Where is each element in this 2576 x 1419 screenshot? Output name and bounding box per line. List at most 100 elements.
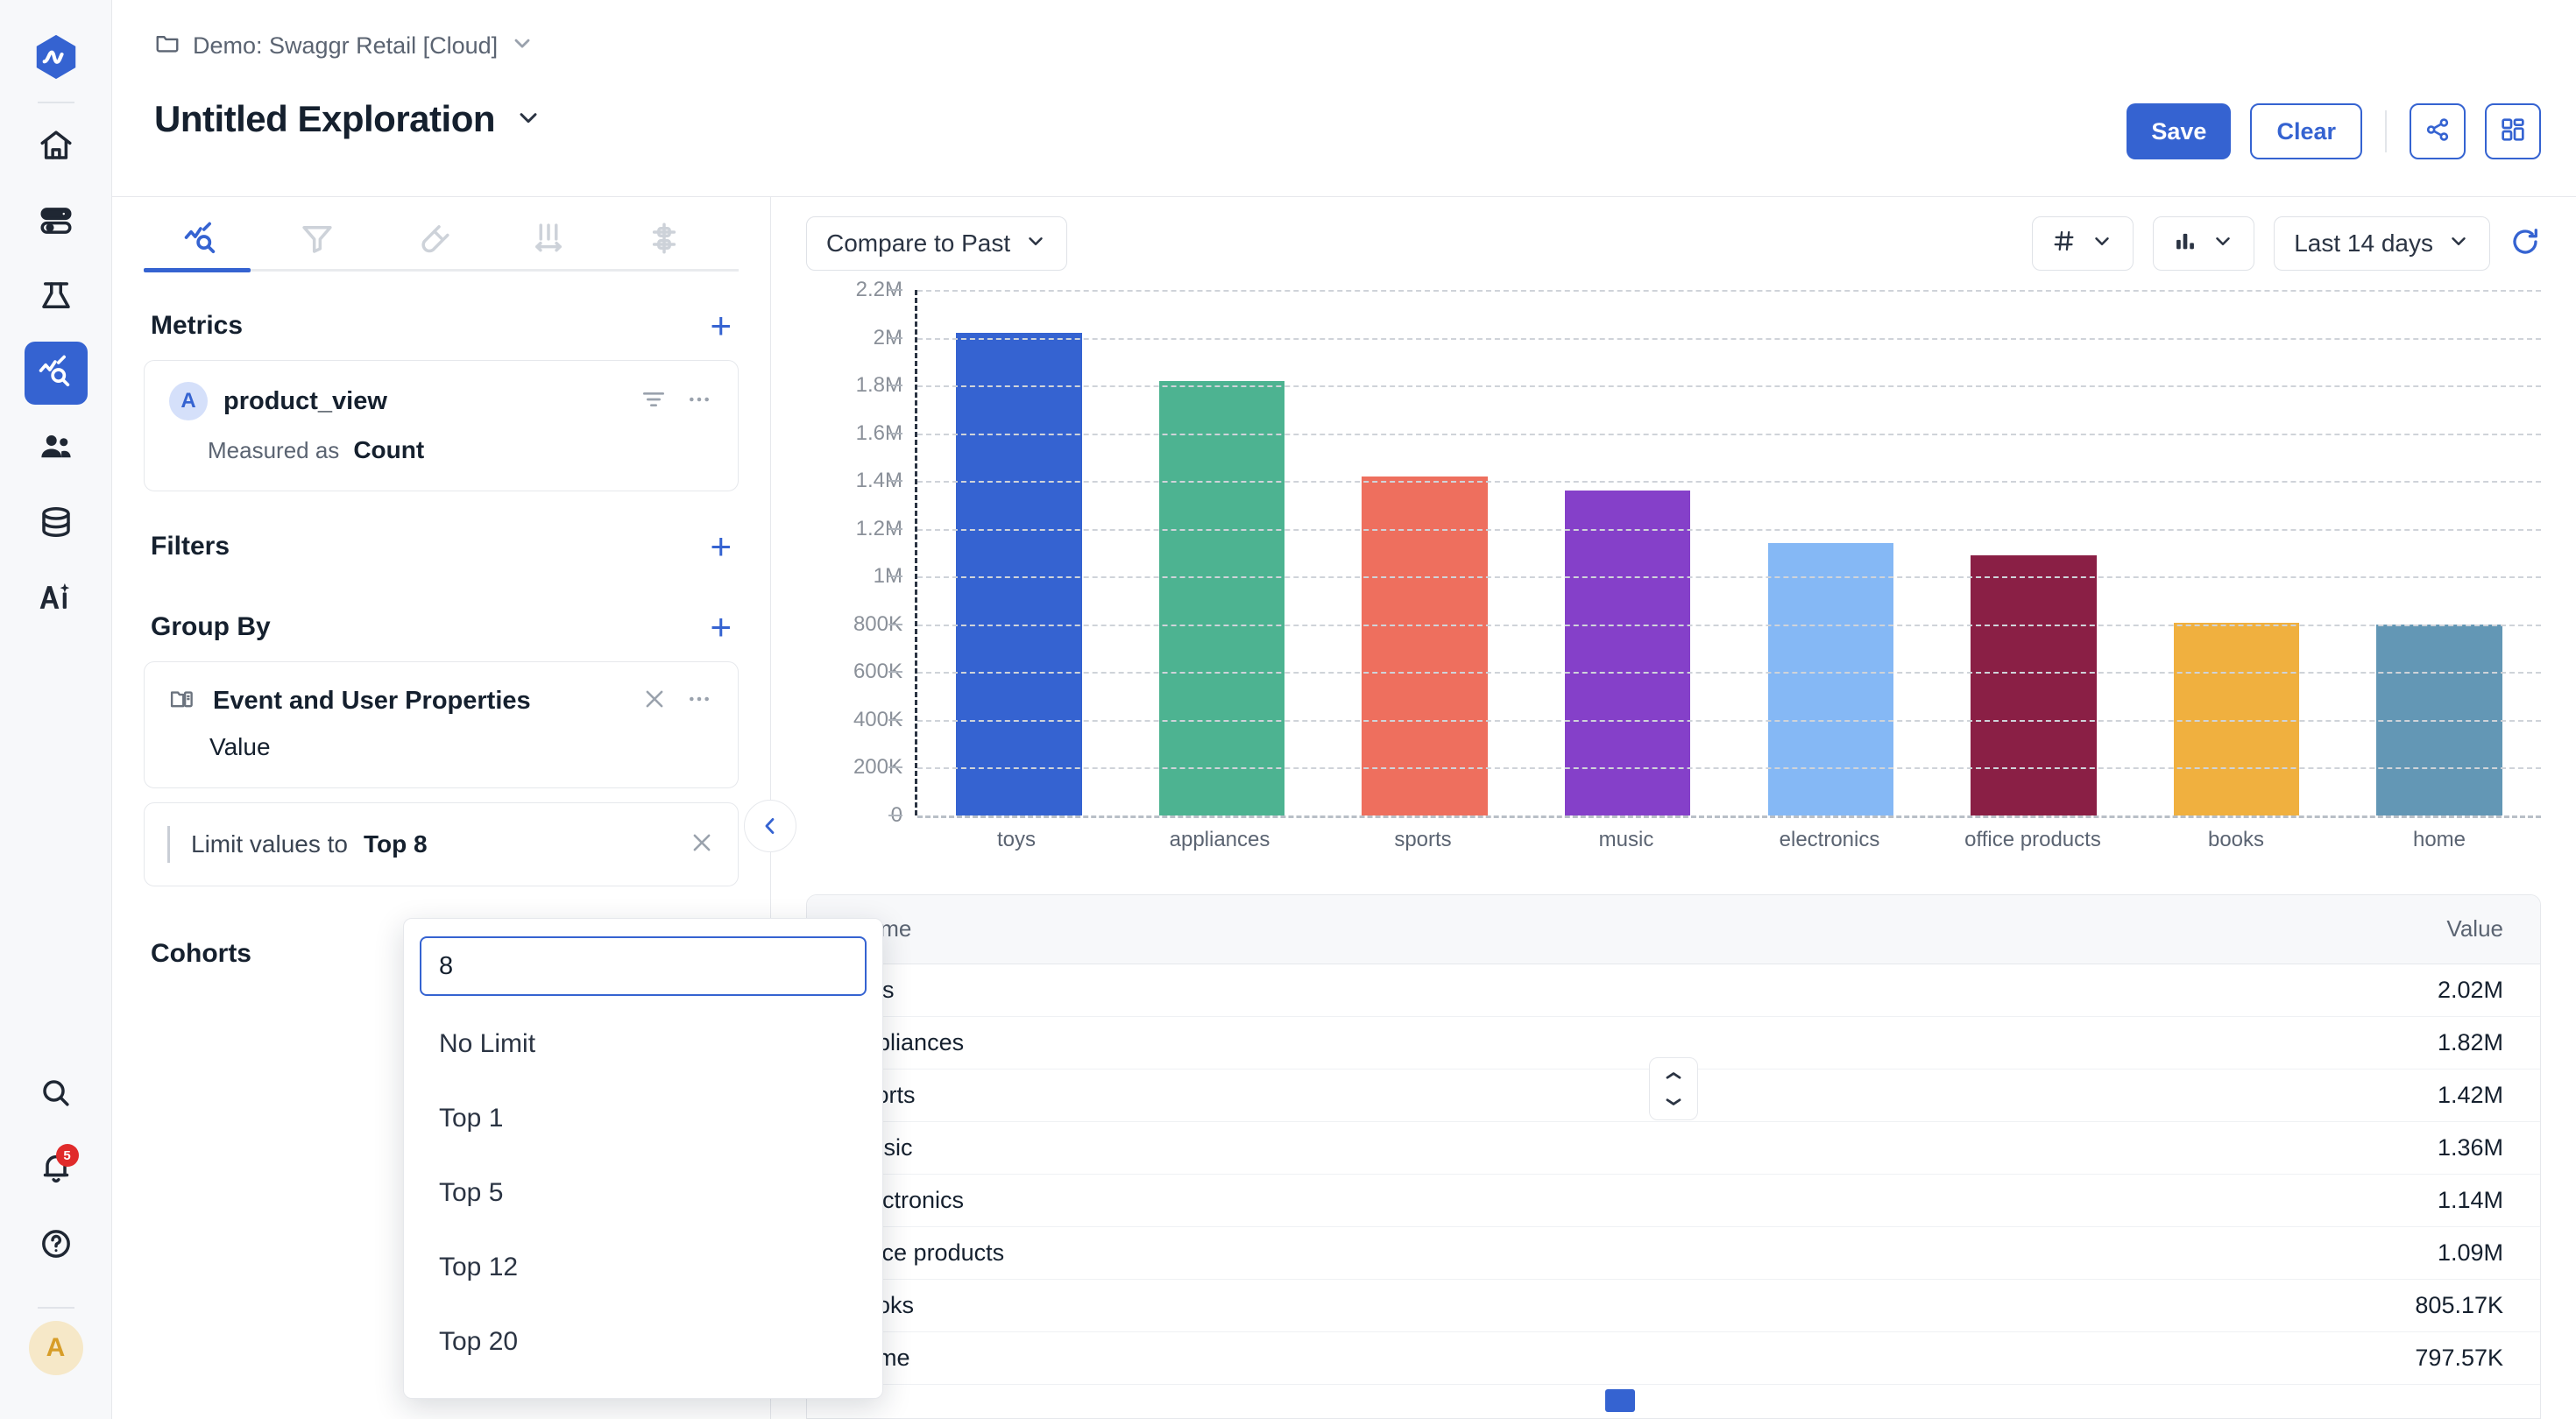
tab-events[interactable]	[144, 213, 259, 267]
remove-limit-icon[interactable]	[689, 830, 715, 860]
y-axis-tick-mark	[888, 575, 902, 578]
date-range-dropdown[interactable]: Last 14 days	[2274, 216, 2490, 271]
table-row[interactable]: toys2.02M	[807, 964, 2540, 1017]
add-group-by-button[interactable]: +	[710, 609, 732, 646]
limit-option[interactable]: Top 20	[420, 1304, 867, 1379]
sidebar-item-data[interactable]	[25, 492, 88, 555]
limit-option[interactable]: Top 12	[420, 1230, 867, 1304]
column-header-value[interactable]: Value	[1674, 895, 2540, 964]
date-range-label: Last 14 days	[2294, 229, 2433, 257]
bar-chart: 2.2M 2M 1.8M 1.6M 1.4M 1.2M 1M 800K 600K 400K 200K…	[771, 278, 2576, 894]
metric-measured-row: Measured as Count	[169, 436, 713, 464]
filters-heading: Filters	[151, 532, 230, 561]
limit-values-label: Limit values to	[191, 830, 348, 858]
notification-badge: 5	[55, 1144, 79, 1167]
sidebar-item-home[interactable]	[25, 116, 88, 179]
toolbar-divider	[2385, 110, 2387, 152]
tab-segments[interactable]	[491, 213, 606, 267]
table-row[interactable]: office products 1.09M	[807, 1226, 2540, 1280]
group-by-property-name: Event and User Properties	[213, 687, 531, 715]
sidebar-item-audiences[interactable]	[25, 417, 88, 480]
add-metric-button[interactable]: +	[710, 307, 732, 344]
limit-search-input[interactable]	[420, 936, 867, 996]
breadcrumb[interactable]: Demo: Swaggr Retail [Cloud]	[154, 30, 534, 62]
table-row[interactable]: books805.17K	[807, 1279, 2540, 1332]
table-row[interactable]: home797.57K	[807, 1331, 2540, 1385]
resize-chart-handle[interactable]	[1649, 1057, 1698, 1120]
add-filter-button[interactable]: +	[710, 528, 732, 565]
refresh-button[interactable]	[2509, 226, 2541, 262]
chevron-down-icon	[2212, 229, 2234, 258]
chevron-down-icon	[2447, 229, 2470, 258]
layout-button[interactable]	[2485, 103, 2541, 159]
bar[interactable]	[1362, 476, 1488, 815]
metric-card-actions	[640, 385, 713, 418]
help-button[interactable]	[25, 1214, 88, 1277]
group-by-card[interactable]: Event and User Properties Value	[144, 661, 739, 788]
breadcrumb-label: Demo: Swaggr Retail [Cloud]	[193, 32, 499, 59]
gridline	[917, 528, 2541, 531]
group-by-property-value[interactable]: Value	[169, 733, 713, 761]
analytics-chart-search-icon	[182, 219, 221, 262]
limit-values-card[interactable]: Limit values to Top 8	[144, 802, 739, 886]
x-axis-tick-label: books	[2207, 828, 2265, 851]
more-options-icon[interactable]	[685, 685, 713, 717]
more-options-icon[interactable]	[685, 385, 713, 418]
limit-option[interactable]: No Limit	[420, 1006, 867, 1081]
bar[interactable]	[956, 333, 1082, 815]
horizontal-scrollbar-thumb[interactable]	[1605, 1389, 1635, 1412]
amplitude-logo-icon[interactable]	[29, 30, 83, 84]
clear-button[interactable]: Clear	[2250, 103, 2362, 159]
page-title: Untitled Exploration	[154, 98, 496, 139]
bar[interactable]	[1971, 554, 2097, 815]
x-axis-tick-label: sports	[1394, 828, 1452, 851]
bar[interactable]	[1564, 491, 1691, 815]
chart-type-dropdown[interactable]	[2153, 216, 2255, 271]
tab-attribution[interactable]	[375, 213, 491, 267]
filter-lines-icon[interactable]	[640, 385, 668, 418]
limit-values-dropdown: No LimitTop 1Top 5Top 12Top 20	[403, 918, 883, 1399]
notifications-button[interactable]: 5	[25, 1139, 88, 1202]
x-axis-tick-label: electronics	[1779, 828, 1880, 851]
avatar[interactable]: A	[28, 1321, 83, 1375]
chart-content: Compare to Past Last 14 days 2.2M 2M 1.8…	[771, 197, 2576, 1419]
limit-option[interactable]: Top 5	[420, 1155, 867, 1230]
x-axis-tick-label: music	[1598, 828, 1654, 851]
remove-group-by-icon[interactable]	[641, 686, 668, 717]
settings-sliders-icon	[646, 220, 683, 261]
search-button[interactable]	[25, 1063, 88, 1126]
collapse-panel-button[interactable]	[744, 800, 796, 852]
tab-advanced[interactable]	[606, 213, 722, 267]
number-format-dropdown[interactable]	[2032, 216, 2134, 271]
title-chevron-down-icon[interactable]	[514, 103, 542, 136]
sidebar-item-dashboards[interactable]	[25, 191, 88, 254]
bar[interactable]	[1767, 543, 1894, 815]
y-axis-tick-mark	[888, 527, 902, 530]
bar-slot	[1932, 290, 2135, 815]
sidebar-item-experiments[interactable]	[25, 266, 88, 329]
save-button[interactable]: Save	[2127, 103, 2232, 159]
metric-card[interactable]: A product_view Measured as Count	[144, 360, 739, 491]
results-table: Name Value toys2.02Mappliances1.82Msport…	[806, 894, 2541, 1419]
limit-option[interactable]: Top 1	[420, 1081, 867, 1155]
limit-values-value[interactable]: Top 8	[364, 830, 428, 858]
column-header-name[interactable]: Name	[807, 895, 1674, 964]
measured-as-value[interactable]: Count	[353, 436, 424, 464]
table-row[interactable]: music1.36M	[807, 1121, 2540, 1175]
bars-group	[917, 290, 2541, 815]
segments-icon	[530, 220, 567, 261]
group-by-section-header: Group By +	[112, 602, 770, 653]
table-row[interactable]: electronics 1.14M	[807, 1174, 2540, 1227]
compare-to-past-dropdown[interactable]: Compare to Past	[806, 216, 1068, 271]
chart-toolbar: Compare to Past Last 14 days	[771, 197, 2576, 290]
tab-filters[interactable]	[259, 213, 375, 267]
share-button[interactable]	[2410, 103, 2466, 159]
bar[interactable]	[1158, 380, 1285, 815]
panel-tabs	[112, 197, 770, 272]
gridline	[917, 815, 2541, 818]
y-axis-tick-mark	[888, 766, 902, 769]
sidebar-item-ai-assistant[interactable]	[25, 568, 88, 631]
sidebar-item-analytics[interactable]	[24, 342, 88, 405]
table-cell-name: music	[807, 1121, 1674, 1175]
table-cell-value: 1.82M	[1674, 1016, 2540, 1070]
